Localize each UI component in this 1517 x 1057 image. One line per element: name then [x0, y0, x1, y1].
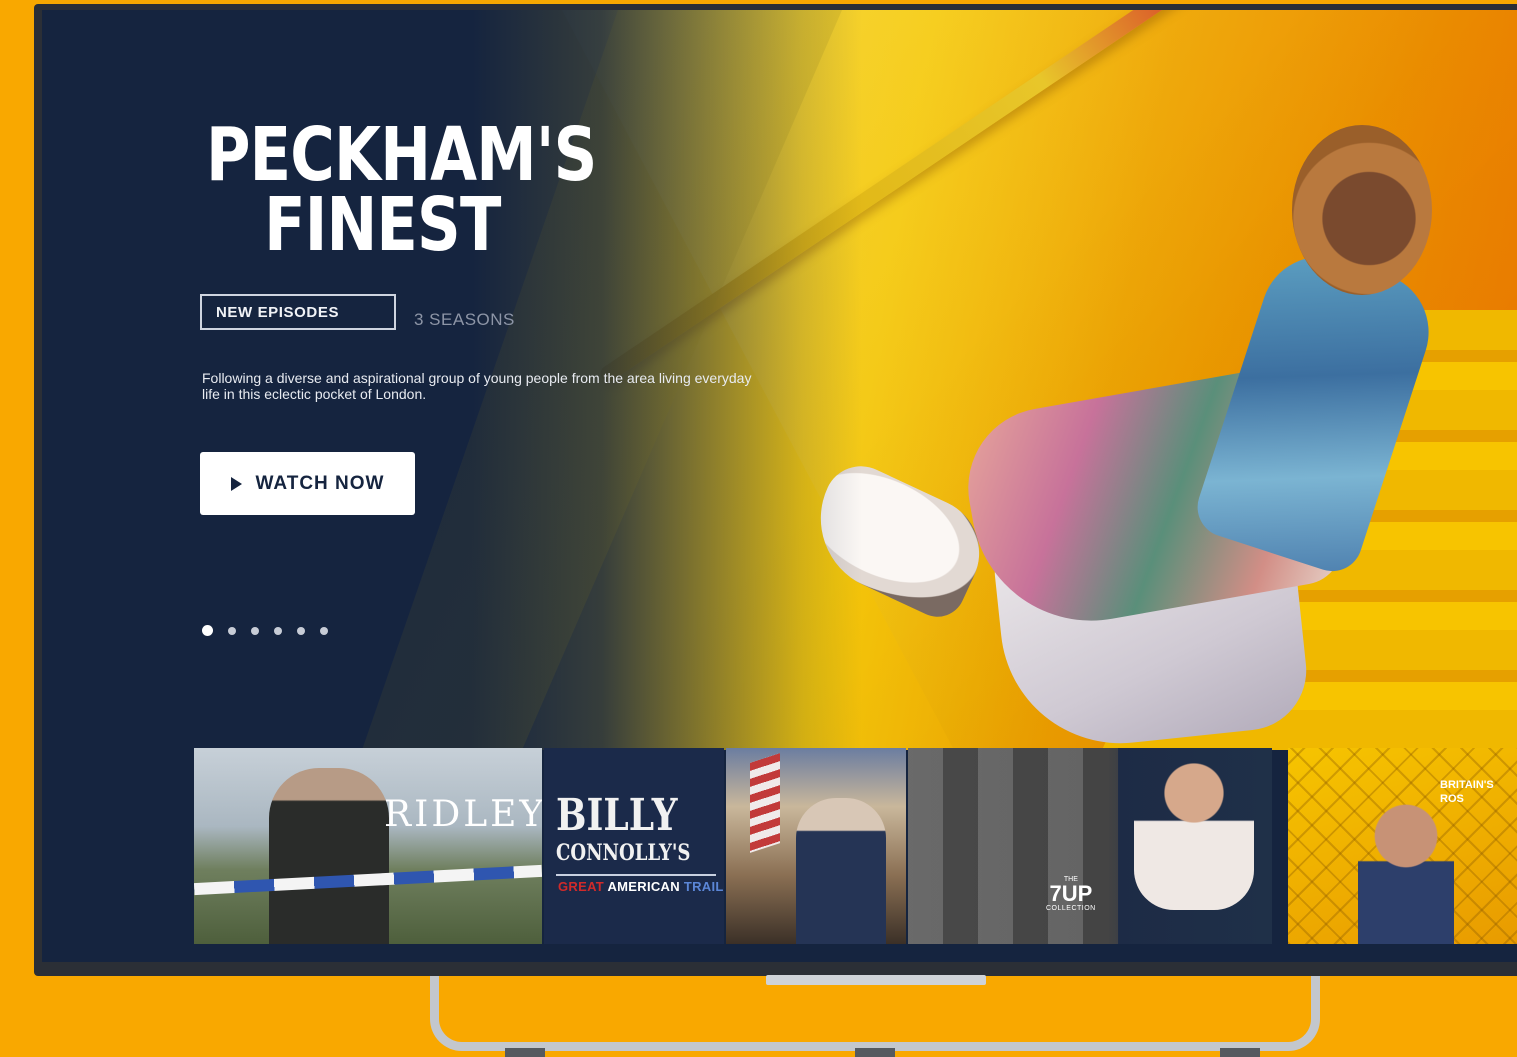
watch-now-button[interactable]: WATCH NOW: [200, 452, 415, 515]
billy-divider: [556, 874, 716, 876]
carousel-dot-5[interactable]: [297, 626, 305, 635]
hero-description: Following a diverse and aspirational gro…: [202, 370, 752, 402]
tile-7up-collection[interactable]: THE 7UP COLLECTION: [908, 748, 1272, 944]
seasons-count: 3 SEASONS: [414, 310, 515, 329]
7up-figure: [1134, 760, 1254, 910]
7up-logo-collection: COLLECTION: [1046, 905, 1096, 912]
7up-logo-main: 7UP: [1049, 881, 1093, 906]
carousel-dot-1[interactable]: [202, 625, 213, 636]
tile-britain[interactable]: BRITAIN'S ROS: [1288, 748, 1517, 944]
tile-billy-connolly[interactable]: BILLY CONNOLLY'S GREAT AMERICAN TRAIL: [544, 748, 724, 944]
tile-ridley[interactable]: RIDLEY: [194, 748, 542, 944]
hero-title-line1: PECKHAM'S: [206, 112, 597, 198]
billy-word-trail: TRAIL: [683, 879, 724, 894]
7up-collage: [908, 748, 1118, 944]
ridley-figure: [269, 768, 389, 944]
britain-figure: [1358, 800, 1454, 944]
tv-stand-foot-center: [855, 1048, 895, 1057]
britain-title-line1: BRITAIN'S: [1440, 779, 1494, 791]
7up-logo: THE 7UP COLLECTION: [1046, 876, 1096, 912]
billy-word-great: GREAT: [558, 879, 605, 894]
billy-figure: [796, 798, 886, 944]
britain-title: BRITAIN'S ROS: [1440, 778, 1494, 806]
carousel-dot-3[interactable]: [251, 626, 259, 635]
tv-screen: PECKHAM'S FINEST NEW EPISODES 3 SEASONS …: [42, 10, 1517, 962]
hero-title: PECKHAM'S FINEST: [206, 112, 597, 268]
new-episodes-badge: NEW EPISODES: [200, 294, 396, 330]
american-flag: [750, 753, 780, 853]
play-icon: [230, 476, 242, 491]
tv-stand-foot-right: [1220, 1048, 1260, 1057]
billy-title-line3: GREAT AMERICAN TRAIL: [558, 879, 724, 894]
carousel-dot-4[interactable]: [274, 626, 282, 635]
billy-title-line2: CONNOLLY'S: [556, 840, 691, 866]
tile-billy-photo[interactable]: [726, 748, 906, 944]
carousel-dot-2[interactable]: [228, 626, 236, 635]
billy-title-line1: BILLY: [556, 790, 678, 841]
tv-stand-foot-left: [505, 1048, 545, 1057]
carousel-pagination: [202, 625, 328, 636]
tv-frame: PECKHAM'S FINEST NEW EPISODES 3 SEASONS …: [34, 4, 1517, 976]
carousel-dot-6[interactable]: [320, 626, 328, 635]
billy-word-american: AMERICAN: [607, 879, 680, 894]
tv-stand: [430, 976, 1320, 1051]
ridley-title: RIDLEY: [384, 794, 542, 835]
content-rail: RIDLEY BILLY CONNOLLY'S GREAT AMERICAN T…: [42, 748, 1517, 944]
hero-title-line2: FINEST: [264, 182, 501, 268]
britain-title-line2: ROS: [1440, 793, 1464, 805]
watch-now-label: WATCH NOW: [255, 472, 385, 494]
